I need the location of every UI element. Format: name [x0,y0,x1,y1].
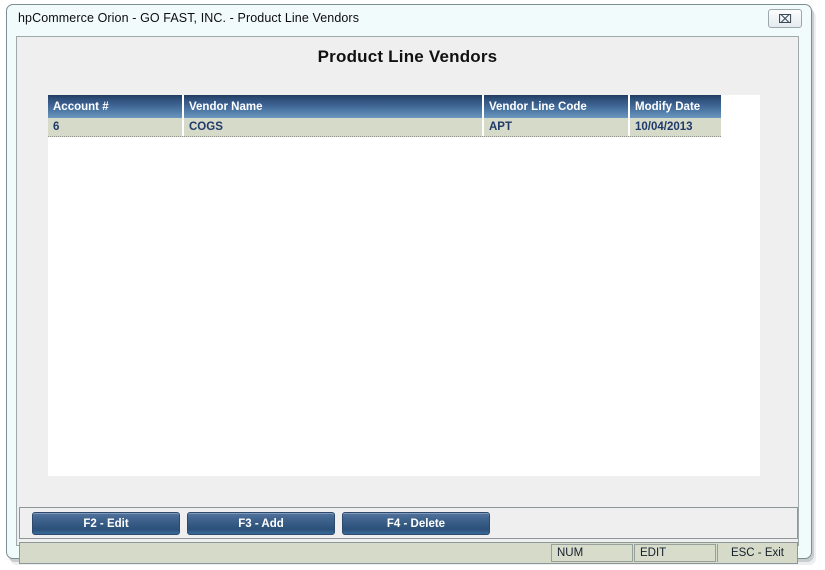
add-button[interactable]: F3 - Add [187,512,335,535]
application-window: hpCommerce Orion - GO FAST, INC. - Produ… [6,4,812,564]
close-button[interactable]: ⌧ [768,9,802,28]
page-title: Product Line Vendors [317,47,498,66]
cell-vendor-line-code: APT [484,118,630,136]
exit-hint-label: ESC - Exit [730,547,785,559]
cell-modify-date-value: 10/04/2013 [635,121,693,133]
window-titlebar: hpCommerce Orion - GO FAST, INC. - Produ… [7,5,811,35]
function-key-bar: F2 - Edit F3 - Add F4 - Delete [19,507,798,539]
column-header-vendor-line-code[interactable]: Vendor Line Code [484,95,630,118]
status-num-label: NUM [557,547,584,559]
column-header-vendor-line-code-label: Vendor Line Code [489,100,587,113]
vendors-grid[interactable]: Account # Vendor Name Vendor Line Code M… [48,95,760,476]
edit-button[interactable]: F2 - Edit [32,512,180,535]
exit-hint[interactable]: ESC - Exit [717,544,797,562]
add-button-label: F3 - Add [238,517,284,530]
column-header-account[interactable]: Account # [48,95,184,118]
grid-header-row: Account # Vendor Name Vendor Line Code M… [48,95,721,118]
screenshot-root: hpCommerce Orion - GO FAST, INC. - Produ… [0,0,825,570]
cell-vendor-name: COGS [184,118,484,136]
cell-account: 6 [48,118,184,136]
status-edit-indicator: EDIT [634,544,716,562]
column-header-account-label: Account # [53,100,109,113]
window-title: hpCommerce Orion - GO FAST, INC. - Produ… [18,11,360,25]
cell-account-value: 6 [53,121,60,133]
cell-vendor-name-value: COGS [189,121,223,133]
cell-vendor-line-code-value: APT [489,121,512,133]
table-row[interactable]: 6 COGS APT 10/04/2013 [48,118,721,137]
status-bar: NUM EDIT ESC - Exit [19,542,798,564]
column-header-vendor-name[interactable]: Vendor Name [184,95,484,118]
edit-button-label: F2 - Edit [83,517,129,530]
client-area: Product Line Vendors Account # Vendor Na… [16,36,799,564]
cell-modify-date: 10/04/2013 [630,118,721,136]
delete-button[interactable]: F4 - Delete [342,512,490,535]
status-edit-label: EDIT [640,547,667,559]
column-header-modify-date-label: Modify Date [635,100,701,113]
column-header-vendor-name-label: Vendor Name [189,100,263,113]
status-num-indicator: NUM [551,544,633,562]
delete-button-label: F4 - Delete [386,517,446,530]
close-icon: ⌧ [778,11,792,26]
column-header-modify-date[interactable]: Modify Date [630,95,721,118]
